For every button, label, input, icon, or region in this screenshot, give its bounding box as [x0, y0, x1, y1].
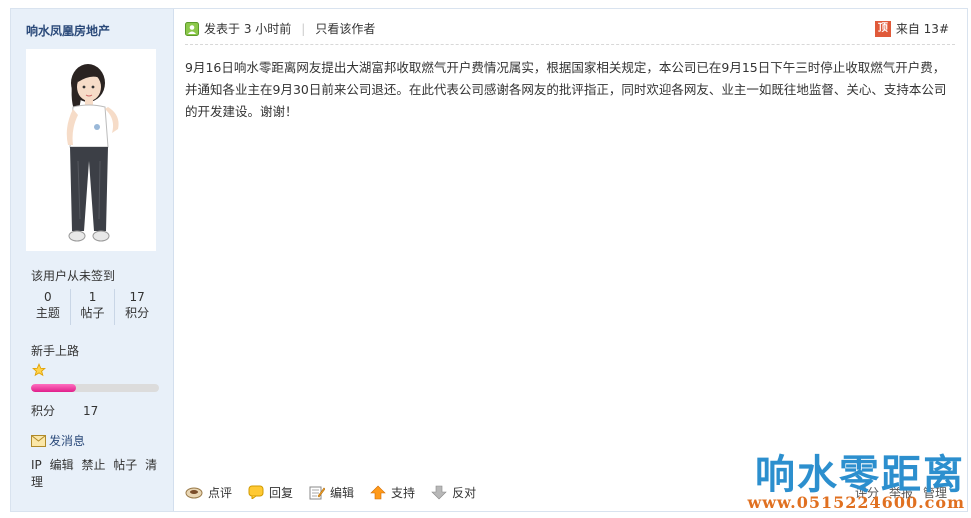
- post-header: 发表于 3 小时前 | 只看该作者 顶 来自 13#: [185, 20, 955, 45]
- online-status-icon: [185, 21, 199, 36]
- post-body: 9月16日响水零距离网友提出大湖富邦收取燃气开户费情况属实，根据国家相关规定，本…: [185, 60, 947, 119]
- stat-value: 0: [44, 290, 52, 304]
- author-only-link[interactable]: 只看该作者: [315, 20, 375, 37]
- post-container: 响水凤凰房地产 该用户从未签到 0 主题 1 帖子 17 积分 新手上路 积分 …: [10, 8, 968, 512]
- admin-actions: IP 编辑 禁止 帖子 清理: [31, 456, 173, 490]
- send-message-label: 发消息: [49, 434, 86, 448]
- floor-info: 顶 来自 13#: [874, 20, 949, 37]
- admin-ban-link[interactable]: 禁止: [81, 458, 105, 472]
- edit-button[interactable]: 编辑: [309, 484, 354, 501]
- support-button[interactable]: 支持: [370, 484, 415, 501]
- watermark-url: www.0515224600.com: [747, 493, 965, 512]
- avatar[interactable]: [26, 49, 156, 251]
- author-stats: 0 主题 1 帖子 17 积分: [26, 289, 159, 325]
- stat-threads[interactable]: 0 主题: [26, 289, 71, 325]
- posted-prefix: 发表于: [204, 22, 241, 36]
- reply-button[interactable]: 回复: [248, 484, 293, 501]
- edit-icon: [309, 486, 326, 499]
- thumb-up-arrow-icon: [370, 485, 386, 499]
- level-progress-fill: [31, 384, 76, 392]
- sign-status: 该用户从未签到: [31, 269, 116, 283]
- level-progress-bar: [31, 384, 159, 392]
- posted-time: 3 小时前: [243, 22, 292, 36]
- stat-label: 主题: [35, 306, 60, 320]
- score-row: 积分 17: [31, 402, 98, 419]
- message-icon: [31, 434, 46, 447]
- stat-value: 1: [88, 290, 97, 304]
- score-label: 积分: [31, 404, 56, 418]
- thumb-down-arrow-icon: [431, 485, 447, 499]
- comment-button[interactable]: 点评: [185, 484, 232, 501]
- send-message-button[interactable]: 发消息: [31, 432, 85, 449]
- stat-credits[interactable]: 17 积分: [115, 289, 159, 325]
- divider: |: [301, 21, 306, 36]
- support-label: 支持: [391, 485, 416, 500]
- stat-value: 17: [129, 290, 145, 304]
- oppose-label: 反对: [452, 485, 477, 500]
- edit-label: 编辑: [330, 485, 355, 500]
- score-value: 17: [83, 404, 99, 418]
- site-watermark: 响水零距离 www.0515224600.com: [739, 452, 965, 512]
- watermark-title: 响水零距离: [755, 452, 965, 498]
- top-badge-icon[interactable]: 顶: [874, 20, 891, 37]
- reply-label: 回复: [269, 485, 294, 500]
- stat-posts[interactable]: 1 帖子: [71, 289, 116, 325]
- author-name[interactable]: 响水凤凰房地产: [26, 22, 110, 39]
- author-sidebar: 响水凤凰房地产 该用户从未签到 0 主题 1 帖子 17 积分 新手上路 积分 …: [11, 9, 174, 511]
- post-main: 发表于 3 小时前 | 只看该作者 顶 来自 13# 9月16日响水零距离网友提…: [173, 9, 967, 511]
- user-level[interactable]: 新手上路: [31, 342, 79, 359]
- star-icon: [32, 363, 46, 380]
- oppose-button[interactable]: 反对: [431, 484, 476, 501]
- comment-icon: [185, 487, 203, 499]
- comment-label: 点评: [208, 485, 233, 500]
- stat-label: 帖子: [80, 306, 105, 320]
- admin-edit-link[interactable]: 编辑: [50, 458, 74, 472]
- admin-ip-link[interactable]: IP: [31, 458, 42, 472]
- stat-label: 积分: [125, 306, 150, 320]
- reply-icon: [248, 485, 264, 499]
- admin-posts-link[interactable]: 帖子: [113, 458, 137, 472]
- floor-label[interactable]: 来自 13#: [896, 20, 949, 37]
